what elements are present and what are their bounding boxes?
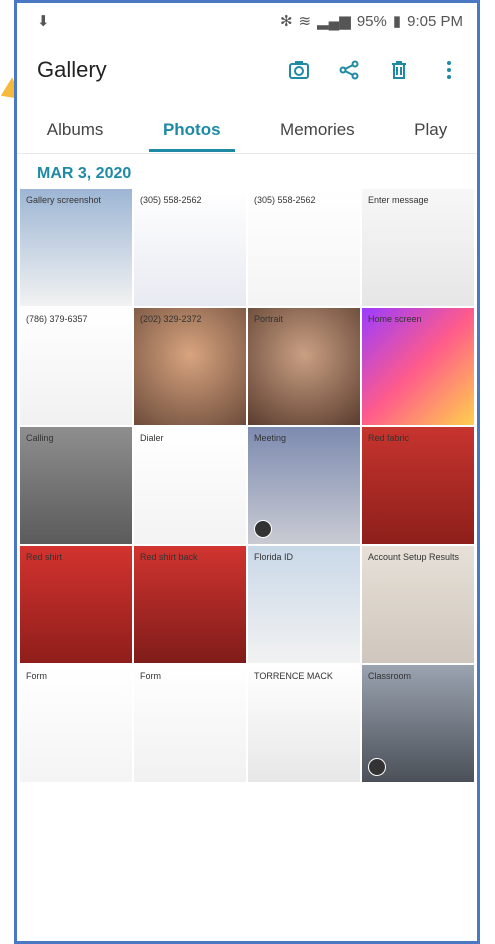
share-button[interactable] xyxy=(335,56,363,84)
trash-icon xyxy=(392,61,406,79)
thumbnail[interactable]: Red shirt xyxy=(20,546,132,663)
empty-space xyxy=(17,789,477,941)
more-options-button[interactable] xyxy=(435,56,463,84)
bluetooth-icon: ✻ xyxy=(279,13,293,30)
thumbnail-label: Red shirt back xyxy=(140,552,198,562)
thumbnail[interactable]: (305) 558-2562 xyxy=(134,189,246,306)
thumbnail[interactable]: Red fabric xyxy=(362,427,474,544)
thumbnail-label: (305) 558-2562 xyxy=(140,195,202,205)
battery-icon: ▮ xyxy=(392,13,402,30)
status-right: ✻ ≋ ▂▄▆ 95% ▮ 9:05 PM xyxy=(279,12,463,31)
download-done-icon: ⬇ xyxy=(37,13,50,30)
delete-button[interactable] xyxy=(385,56,413,84)
thumbnail-label: Form xyxy=(26,671,47,681)
thumbnail-label: Classroom xyxy=(368,671,412,681)
thumbnail-label: Red shirt xyxy=(26,552,63,562)
image-badge-icon xyxy=(368,758,386,776)
phone-frame: ⬇ ✻ ≋ ▂▄▆ 95% ▮ 9:05 PM Gallery Albums P… xyxy=(14,0,480,944)
camera-button[interactable] xyxy=(285,56,313,84)
thumbnail-label: (305) 558-2562 xyxy=(254,195,316,205)
camera-icon xyxy=(289,61,309,79)
thumbnail[interactable]: Gallery screenshot xyxy=(20,189,132,306)
thumbnail-label: Account Setup Results xyxy=(368,552,460,562)
share-icon xyxy=(339,60,359,80)
thumbnail[interactable]: (305) 558-2562 xyxy=(248,189,360,306)
tab-memories[interactable]: Memories xyxy=(266,110,369,150)
image-badge-icon xyxy=(254,520,272,538)
thumbnail[interactable]: Meeting xyxy=(248,427,360,544)
thumbnail-label: Florida ID xyxy=(254,552,294,562)
page-title: Gallery xyxy=(37,57,107,82)
more-vertical-icon xyxy=(447,61,451,79)
section-date: MAR 3, 2020 xyxy=(37,165,132,182)
tab-albums[interactable]: Albums xyxy=(33,110,118,150)
status-bar: ⬇ ✻ ≋ ▂▄▆ 95% ▮ 9:05 PM xyxy=(17,3,477,39)
thumbnail[interactable]: (202) 329-2372 xyxy=(134,308,246,425)
thumbnail[interactable]: Calling xyxy=(20,427,132,544)
thumbnail[interactable]: (786) 379-6357 xyxy=(20,308,132,425)
tab-play[interactable]: Play xyxy=(400,110,461,150)
photo-grid: Gallery screenshot (305) 558-2562 (305) … xyxy=(20,189,474,782)
tab-photos[interactable]: Photos xyxy=(148,110,235,152)
thumbnail[interactable]: Account Setup Results xyxy=(362,546,474,663)
thumbnail-label: Calling xyxy=(26,433,54,443)
battery-text: 95% xyxy=(356,12,387,30)
thumbnail[interactable]: Enter message xyxy=(362,189,474,306)
thumbnail-label: Meeting xyxy=(254,433,287,443)
app-bar: Gallery xyxy=(17,39,477,101)
thumbnail-label: (786) 379-6357 xyxy=(26,314,88,324)
tab-bar: Albums Photos Memories Play xyxy=(17,107,477,154)
thumbnail-label: Enter message xyxy=(368,195,429,205)
thumbnail[interactable]: Form xyxy=(20,665,132,782)
thumbnail[interactable]: TORRENCE MACK xyxy=(248,665,360,782)
app-actions xyxy=(285,56,463,84)
thumbnail-label: Portrait xyxy=(254,314,284,324)
thumbnail-label: Gallery screenshot xyxy=(26,195,102,205)
thumbnail-label: (202) 329-2372 xyxy=(140,314,202,324)
thumbnail-label: TORRENCE MACK xyxy=(254,671,333,681)
time-text: 9:05 PM xyxy=(407,12,463,30)
thumbnail[interactable]: Dialer xyxy=(134,427,246,544)
wifi-icon: ≋ xyxy=(298,13,312,30)
thumbnail-label: Red fabric xyxy=(368,433,410,443)
thumbnail[interactable]: Florida ID xyxy=(248,546,360,663)
thumbnail[interactable]: Home screen xyxy=(362,308,474,425)
thumbnail-label: Home screen xyxy=(368,314,422,324)
thumbnail-label: Dialer xyxy=(140,433,164,443)
thumbnail[interactable]: Red shirt back xyxy=(134,546,246,663)
thumbnail-label: Form xyxy=(140,671,161,681)
signal-icon: ▂▄▆ xyxy=(317,13,351,30)
thumbnail[interactable]: Form xyxy=(134,665,246,782)
thumbnail[interactable]: Classroom xyxy=(362,665,474,782)
thumbnail[interactable]: Portrait xyxy=(248,308,360,425)
